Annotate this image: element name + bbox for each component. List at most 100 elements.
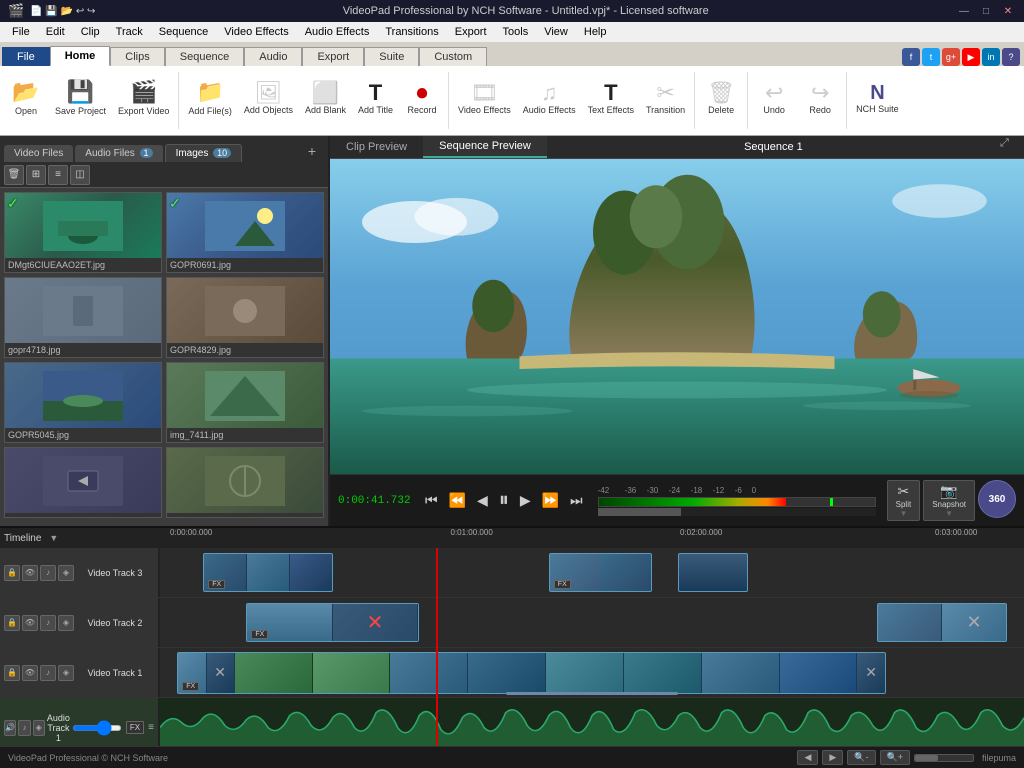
facebook-icon[interactable]: f bbox=[902, 48, 920, 66]
track-content-video1[interactable]: ✕ ✕ FX bbox=[160, 648, 1024, 697]
add-objects-button[interactable]: 🖼 Add Objects bbox=[239, 68, 298, 128]
maximize-btn[interactable]: □ bbox=[978, 3, 994, 19]
tab-audio[interactable]: Audio bbox=[244, 47, 302, 66]
track-clip[interactable]: ✕ FX bbox=[246, 603, 419, 642]
media-item[interactable]: GOPR5045.jpg bbox=[4, 362, 162, 443]
track-solo-btn[interactable]: ◈ bbox=[58, 565, 74, 581]
audio-expand-btn[interactable]: ≡ bbox=[148, 722, 154, 733]
nch-suite-button[interactable]: N NCH Suite bbox=[851, 68, 904, 128]
snapshot-button[interactable]: 📷 Snapshot ▼ bbox=[923, 480, 975, 521]
media-tool-delete[interactable]: 🗑 bbox=[4, 165, 24, 185]
open-button[interactable]: 📂 Open bbox=[4, 68, 48, 128]
video-effects-button[interactable]: 🎞 Video Effects bbox=[453, 68, 516, 128]
tab-file[interactable]: File bbox=[2, 47, 50, 66]
googleplus-icon[interactable]: g+ bbox=[942, 48, 960, 66]
undo-button[interactable]: ↩ Undo bbox=[752, 68, 796, 128]
media-item[interactable] bbox=[4, 447, 162, 518]
tab-sequence[interactable]: Sequence bbox=[165, 47, 245, 66]
add-blank-button[interactable]: ⬜ Add Blank bbox=[300, 68, 351, 128]
status-zoom-in-btn[interactable]: 🔍+ bbox=[880, 750, 910, 765]
tab-export[interactable]: Export bbox=[302, 47, 364, 66]
skip-end-btn[interactable]: ⏭ bbox=[566, 490, 587, 511]
track-mute-btn[interactable]: ♪ bbox=[40, 665, 56, 681]
status-back-btn[interactable]: ◀ bbox=[797, 750, 818, 765]
track-content-video3[interactable]: FX FX bbox=[160, 548, 1024, 597]
track-mute-btn[interactable]: ♪ bbox=[40, 565, 56, 581]
tab-images[interactable]: Images 10 bbox=[165, 144, 243, 162]
track-clip[interactable]: ✕ ✕ FX bbox=[177, 652, 885, 694]
tab-custom[interactable]: Custom bbox=[419, 47, 487, 66]
menu-sequence[interactable]: Sequence bbox=[151, 24, 217, 40]
media-tool-list[interactable]: ≡ bbox=[48, 165, 68, 185]
skip-start-btn[interactable]: ⏮ bbox=[421, 490, 442, 511]
tab-home[interactable]: Home bbox=[50, 46, 111, 66]
track-clip[interactable]: ✕ bbox=[877, 603, 1007, 642]
track-clip[interactable] bbox=[678, 553, 747, 592]
timeline-scrubber[interactable] bbox=[598, 508, 876, 516]
track-lock-btn[interactable]: 🔒 bbox=[4, 565, 20, 581]
media-tool-grid[interactable]: ⊞ bbox=[26, 165, 46, 185]
track-lock-btn[interactable]: 🔒 bbox=[4, 615, 20, 631]
record-button[interactable]: ⏺ Record bbox=[400, 68, 444, 128]
menu-tools[interactable]: Tools bbox=[495, 24, 537, 40]
tab-audio-files[interactable]: Audio Files 1 bbox=[75, 145, 162, 162]
vr360-button[interactable]: 360 bbox=[978, 480, 1016, 518]
timeline-ruler[interactable]: 0:00:00.000 0:01:00.000 0:02:00.000 0:03… bbox=[170, 528, 1020, 548]
delete-button[interactable]: 🗑 Delete bbox=[699, 68, 743, 128]
preview-maximize-btn[interactable]: ⤢ bbox=[1000, 137, 1020, 157]
add-media-btn[interactable]: + bbox=[300, 140, 324, 162]
redo-button[interactable]: ↪ Redo bbox=[798, 68, 842, 128]
menu-clip[interactable]: Clip bbox=[73, 24, 108, 40]
text-effects-button[interactable]: T Text Effects bbox=[583, 68, 639, 128]
track-eye-btn[interactable]: 👁 bbox=[22, 565, 38, 581]
menu-transitions[interactable]: Transitions bbox=[377, 24, 446, 40]
media-item[interactable]: ✓ GOPR0691.jpg bbox=[166, 192, 324, 273]
menu-help[interactable]: Help bbox=[576, 24, 615, 40]
twitter-icon[interactable]: t bbox=[922, 48, 940, 66]
track-content-video2[interactable]: ✕ FX ✕ bbox=[160, 598, 1024, 647]
media-item[interactable]: GOPR4829.jpg bbox=[166, 277, 324, 358]
track-solo-btn[interactable]: ◈ bbox=[58, 665, 74, 681]
menu-file[interactable]: File bbox=[4, 24, 38, 40]
track-mute-audio-btn[interactable]: ♪ bbox=[18, 720, 30, 736]
prev-frame-btn[interactable]: ⏪ bbox=[445, 490, 470, 511]
track-volume-btn[interactable]: 🔊 bbox=[4, 720, 16, 736]
split-button[interactable]: ✂ Split ▼ bbox=[887, 480, 921, 521]
add-title-button[interactable]: T Add Title bbox=[353, 68, 398, 128]
tab-suite[interactable]: Suite bbox=[364, 47, 419, 66]
step-back-btn[interactable]: ◀ bbox=[473, 490, 492, 511]
track-solo-btn[interactable]: ◈ bbox=[58, 615, 74, 631]
media-item[interactable] bbox=[166, 447, 324, 518]
volume-slider[interactable] bbox=[72, 725, 122, 731]
info-icon[interactable]: ? bbox=[1002, 48, 1020, 66]
menu-view[interactable]: View bbox=[536, 24, 576, 40]
track-eye-btn[interactable]: 👁 bbox=[22, 615, 38, 631]
menu-track[interactable]: Track bbox=[108, 24, 151, 40]
add-files-button[interactable]: 📁 Add File(s) bbox=[183, 68, 237, 128]
tab-clip-preview[interactable]: Clip Preview bbox=[330, 137, 423, 157]
status-fwd-btn[interactable]: ▶ bbox=[822, 750, 843, 765]
close-btn[interactable]: ✕ bbox=[1000, 3, 1016, 19]
tab-video-files[interactable]: Video Files bbox=[4, 145, 73, 162]
minimize-btn[interactable]: — bbox=[956, 3, 972, 19]
next-frame-btn[interactable]: ⏩ bbox=[538, 490, 563, 511]
menu-audio-effects[interactable]: Audio Effects bbox=[297, 24, 378, 40]
track-solo-audio-btn[interactable]: ◈ bbox=[33, 720, 45, 736]
track-content-audio1[interactable]: // Generate waveform visually in SVG bbox=[160, 698, 1024, 746]
media-item[interactable]: img_7411.jpg bbox=[166, 362, 324, 443]
timeline-zoom-slider[interactable] bbox=[914, 754, 974, 762]
media-item[interactable]: gopr4718.jpg bbox=[4, 277, 162, 358]
audio-effects-button[interactable]: ♫ Audio Effects bbox=[518, 68, 581, 128]
play-pause-btn[interactable]: ⏸ bbox=[495, 487, 513, 514]
tab-sequence-preview[interactable]: Sequence Preview bbox=[423, 136, 547, 158]
tab-clips[interactable]: Clips bbox=[110, 47, 164, 66]
timeline-dropdown[interactable]: ▼ bbox=[49, 533, 58, 543]
track-clip[interactable]: FX bbox=[549, 553, 653, 592]
menu-edit[interactable]: Edit bbox=[38, 24, 73, 40]
transition-button[interactable]: ✂ Transition bbox=[641, 68, 690, 128]
save-project-button[interactable]: 💾 Save Project bbox=[50, 68, 111, 128]
youtube-icon[interactable]: ▶ bbox=[962, 48, 980, 66]
status-zoom-out-btn[interactable]: 🔍- bbox=[847, 750, 875, 765]
track-eye-btn[interactable]: 👁 bbox=[22, 665, 38, 681]
export-video-button[interactable]: 🎬 Export Video bbox=[113, 68, 174, 128]
